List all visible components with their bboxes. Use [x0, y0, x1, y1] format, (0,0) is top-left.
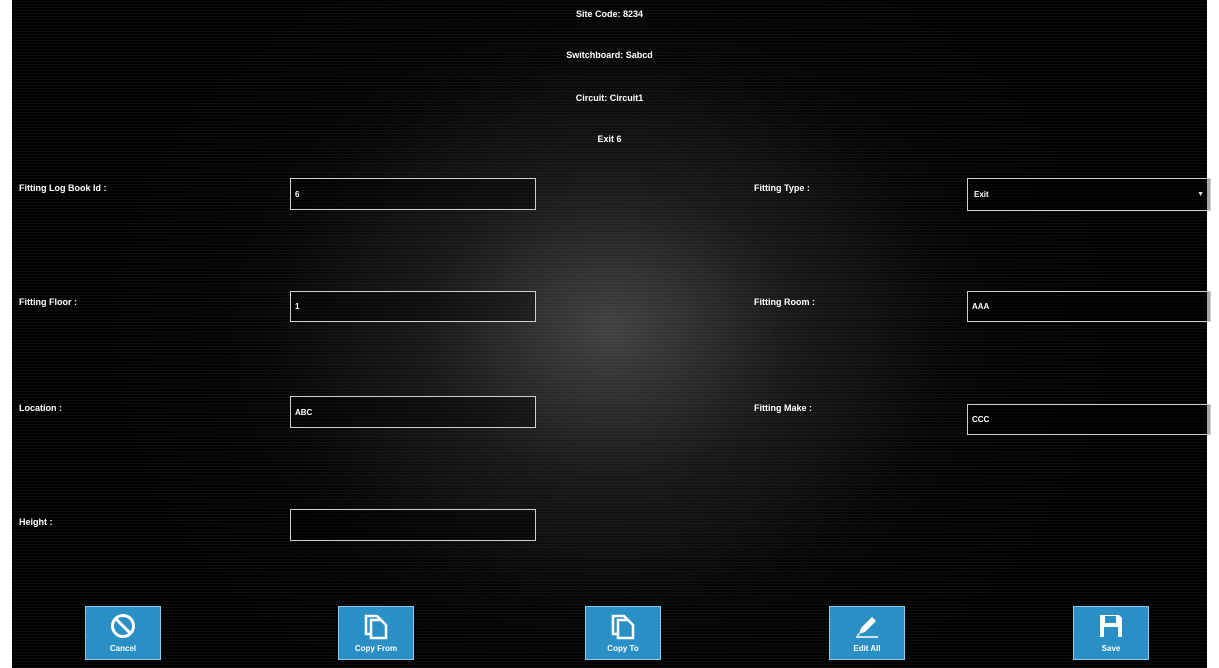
save-button-label: Save: [1101, 644, 1121, 653]
circuit-label: Circuit: Circuit1: [575, 93, 644, 103]
fitting-type-label: Fitting Type :: [754, 183, 810, 193]
edit-all-button[interactable]: Edit All: [829, 606, 905, 660]
edit-all-button-label: Edit All: [853, 644, 881, 653]
save-button[interactable]: Save: [1073, 606, 1149, 660]
chevron-down-icon: ▼: [1197, 191, 1204, 198]
fitting-log-book-id-input[interactable]: [290, 178, 536, 210]
copy-to-button-label: Copy To: [607, 644, 639, 653]
fitting-name-label: Exit 6: [597, 134, 622, 144]
copy-from-button-label: Copy From: [354, 644, 398, 653]
fitting-type-selected-value: Exit: [974, 190, 989, 199]
cancel-button-label: Cancel: [109, 644, 137, 653]
floppy-disk-icon: [1100, 615, 1122, 637]
height-input[interactable]: [290, 509, 536, 541]
fitting-floor-label: Fitting Floor :: [19, 297, 77, 307]
fitting-floor-input[interactable]: [290, 291, 536, 322]
fitting-type-select[interactable]: Exit ▼: [967, 178, 1211, 211]
fitting-make-label: Fitting Make :: [754, 403, 812, 413]
copy-from-button[interactable]: Copy From: [338, 606, 414, 660]
location-input[interactable]: [290, 396, 536, 428]
pencil-icon: [856, 617, 878, 638]
fitting-make-input[interactable]: [967, 404, 1211, 435]
site-code-label: Site Code: 8234: [575, 9, 644, 19]
copy-to-button[interactable]: Copy To: [585, 606, 661, 660]
height-label: Height :: [19, 517, 53, 527]
cancel-button[interactable]: Cancel: [85, 606, 161, 660]
location-label: Location :: [19, 403, 62, 413]
copy-icon: [364, 614, 388, 640]
copy-icon: [611, 614, 635, 640]
fitting-log-book-id-label: Fitting Log Book Id :: [19, 183, 107, 193]
fitting-room-label: Fitting Room :: [754, 297, 815, 307]
fitting-room-input[interactable]: [967, 291, 1211, 322]
switchboard-label: Switchboard: Sabcd: [566, 50, 653, 60]
cancel-icon: [111, 614, 135, 638]
